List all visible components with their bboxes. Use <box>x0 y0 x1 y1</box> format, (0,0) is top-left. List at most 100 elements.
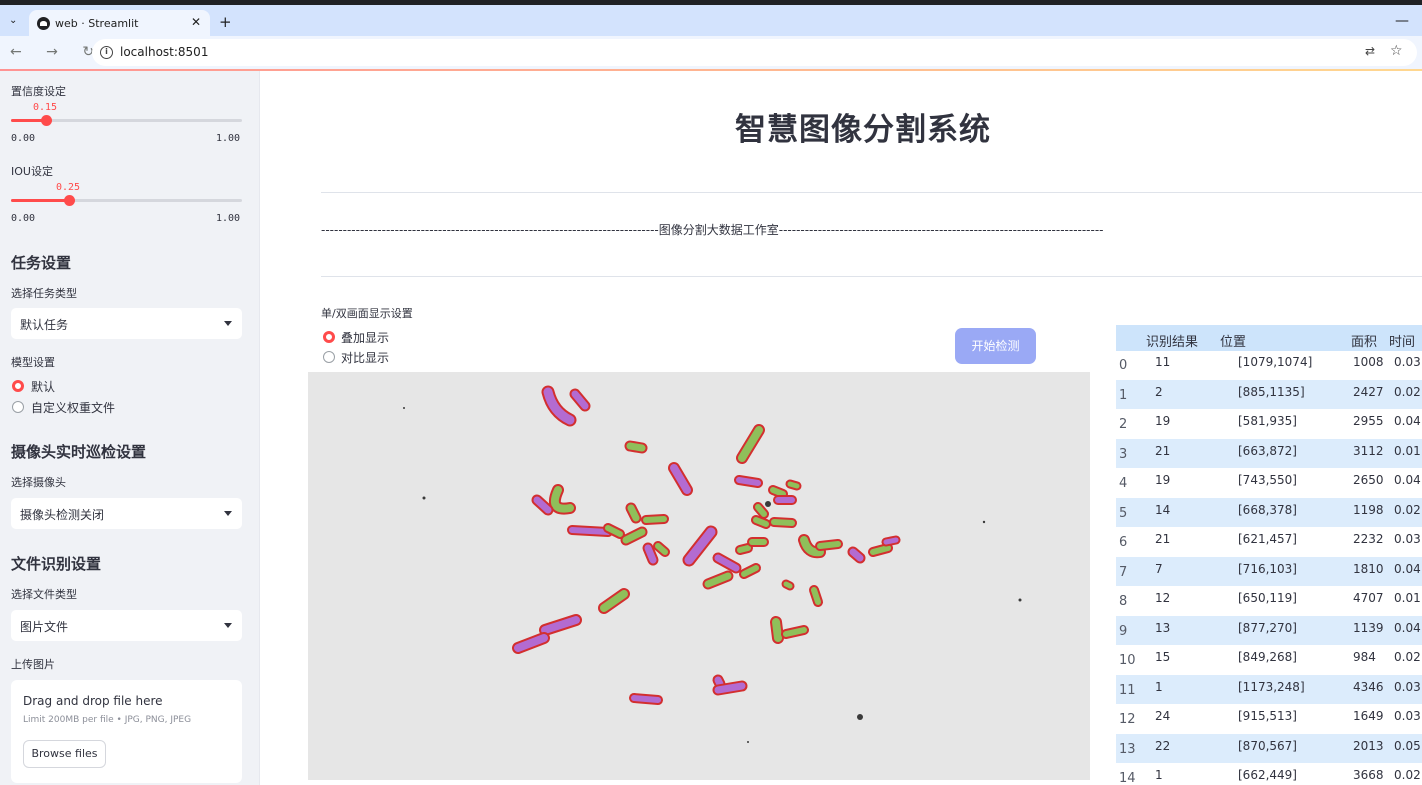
table-row[interactable]: 0 11 [1079,1074] 1008 0.03 <box>1116 350 1422 380</box>
table-row[interactable]: 14 1 [662,449] 3668 0.02 <box>1116 763 1422 785</box>
file-type-value: 图片文件 <box>20 620 69 634</box>
cell-time: 0.04 <box>1394 561 1421 576</box>
tab-close-icon[interactable]: ✕ <box>191 15 201 29</box>
navigation-buttons[interactable]: ← → ↻ <box>10 44 104 60</box>
url-text[interactable]: localhost:8501 <box>120 45 208 59</box>
cell-result: 2 <box>1155 384 1163 399</box>
table-row[interactable]: 10 15 [849,268] 984 0.02 <box>1116 645 1422 675</box>
display-radio-compare[interactable] <box>323 351 335 363</box>
iou-slider[interactable] <box>11 195 242 206</box>
chevron-down-icon <box>224 623 232 628</box>
results-table[interactable]: 识别结果 位置 面积 时间 0 11 [1079,1074] 1008 0.03 1 2 [8… <box>1116 325 1422 785</box>
cell-result: 24 <box>1155 709 1171 723</box>
cell-area: 1008 <box>1353 355 1384 369</box>
iou-label: IOU设定 <box>11 165 53 178</box>
task-type-select[interactable]: 默认任务 <box>11 308 242 339</box>
cell-position: [668,378] <box>1238 502 1297 517</box>
cell-time: 0.03 <box>1394 355 1421 369</box>
cell-result: 7 <box>1155 561 1163 576</box>
cell-result: 1 <box>1155 679 1163 694</box>
browser-tab[interactable]: web · Streamlit ✕ <box>29 10 210 38</box>
sidebar: 置信度设定 0.15 0.00 1.00 IOU设定 0.25 0.00 1.0… <box>0 71 260 785</box>
bookmark-star-icon[interactable]: ☆ <box>1390 43 1403 59</box>
table-row[interactable]: 7 7 [716,103] 1810 0.04 <box>1116 556 1422 586</box>
confidence-label: 置信度设定 <box>11 85 66 98</box>
model-radio-default[interactable] <box>12 380 24 392</box>
table-row[interactable]: 3 21 [663,872] 3112 0.01 <box>1116 438 1422 468</box>
file-type-label: 选择文件类型 <box>11 588 77 601</box>
file-type-select[interactable]: 图片文件 <box>11 610 242 641</box>
display-option-overlay[interactable]: 叠加显示 <box>341 329 389 346</box>
file-dropzone[interactable]: Drag and drop file here Limit 200MB per … <box>11 680 242 783</box>
address-bar: ← → ↻ i localhost:8501 ⇄ ☆ <box>0 36 1422 69</box>
cell-time: 0.01 <box>1394 443 1421 458</box>
table-row[interactable]: 9 13 [877,270] 1139 0.04 <box>1116 615 1422 645</box>
model-radio-custom[interactable] <box>12 401 24 413</box>
display-radio-overlay[interactable] <box>323 331 335 343</box>
row-index: 5 <box>1119 505 1128 521</box>
row-index: 1 <box>1119 387 1128 403</box>
cell-time: 0.03 <box>1394 679 1421 694</box>
cell-position: [663,872] <box>1238 443 1297 458</box>
subtitle: ----------------------------------------… <box>321 223 1104 237</box>
cell-time: 0.02 <box>1394 650 1421 664</box>
row-index: 10 <box>1119 653 1136 668</box>
divider <box>321 192 1422 193</box>
cell-area: 1198 <box>1353 502 1384 517</box>
model-option-default[interactable]: 默认 <box>31 378 55 395</box>
cell-position: [716,103] <box>1238 561 1297 576</box>
cell-time: 0.03 <box>1394 709 1421 723</box>
tab-search-icon[interactable]: ⌄ <box>9 15 17 26</box>
camera-select[interactable]: 摄像头检测关闭 <box>11 498 242 529</box>
table-row[interactable]: 2 19 [581,935] 2955 0.04 <box>1116 409 1422 439</box>
camera-label: 选择摄像头 <box>11 476 66 489</box>
table-row[interactable]: 12 24 [915,513] 1649 0.03 <box>1116 704 1422 734</box>
header-area: 面积 <box>1351 335 1378 350</box>
minimize-button[interactable]: — <box>1395 13 1409 29</box>
row-index: 4 <box>1119 476 1128 491</box>
row-index: 14 <box>1119 771 1136 785</box>
confidence-value: 0.15 <box>33 102 58 113</box>
model-settings-label: 模型设置 <box>11 356 55 369</box>
cell-time: 0.04 <box>1394 473 1421 487</box>
row-index: 6 <box>1119 535 1128 550</box>
browse-files-button[interactable]: Browse files <box>23 740 106 768</box>
cell-result: 15 <box>1155 650 1171 664</box>
cell-position: [885,1135] <box>1238 384 1305 399</box>
row-index: 11 <box>1119 682 1136 698</box>
cell-area: 1649 <box>1353 709 1384 723</box>
cell-area: 984 <box>1353 650 1376 664</box>
dropzone-limit: Limit 200MB per file • JPG, PNG, JPEG <box>23 715 192 725</box>
table-row[interactable]: 1 2 [885,1135] 2427 0.02 <box>1116 379 1422 409</box>
table-row[interactable]: 11 1 [1173,248] 4346 0.03 <box>1116 674 1422 704</box>
cell-area: 2955 <box>1353 414 1384 428</box>
table-row[interactable]: 8 12 [650,119] 4707 0.01 <box>1116 586 1422 616</box>
new-tab-button[interactable]: + <box>219 13 232 31</box>
row-index: 0 <box>1119 358 1128 373</box>
segmentation-result-image <box>308 372 1090 780</box>
cell-time: 0.04 <box>1394 414 1421 428</box>
tab-title: web · Streamlit <box>55 17 139 30</box>
model-option-custom[interactable]: 自定义权重文件 <box>31 399 115 416</box>
confidence-slider[interactable] <box>11 115 242 126</box>
iou-slider-handle[interactable] <box>63 195 75 206</box>
cell-area: 2427 <box>1353 384 1384 399</box>
cell-area: 3112 <box>1353 443 1384 458</box>
cell-result: 21 <box>1155 443 1171 458</box>
table-header: 识别结果 位置 面积 时间 <box>1116 325 1422 351</box>
table-row[interactable]: 5 14 [668,378] 1198 0.02 <box>1116 497 1422 527</box>
cell-result: 11 <box>1155 355 1171 369</box>
site-info-icon[interactable]: i <box>100 46 113 59</box>
omnibox[interactable]: i localhost:8501 ⇄ ☆ <box>92 39 1417 66</box>
chevron-down-icon <box>224 511 232 516</box>
file-settings-heading: 文件识别设置 <box>11 555 102 573</box>
cell-result: 14 <box>1155 502 1171 517</box>
confidence-slider-handle[interactable] <box>40 115 52 126</box>
start-detection-button[interactable]: 开始检测 <box>955 328 1036 364</box>
table-row[interactable]: 6 21 [621,457] 2232 0.03 <box>1116 527 1422 557</box>
table-row[interactable]: 4 19 [743,550] 2650 0.04 <box>1116 468 1422 498</box>
cell-area: 2650 <box>1353 473 1384 487</box>
table-row[interactable]: 13 22 [870,567] 2013 0.05 <box>1116 733 1422 763</box>
row-index: 3 <box>1119 446 1128 462</box>
display-option-compare[interactable]: 对比显示 <box>341 349 389 366</box>
